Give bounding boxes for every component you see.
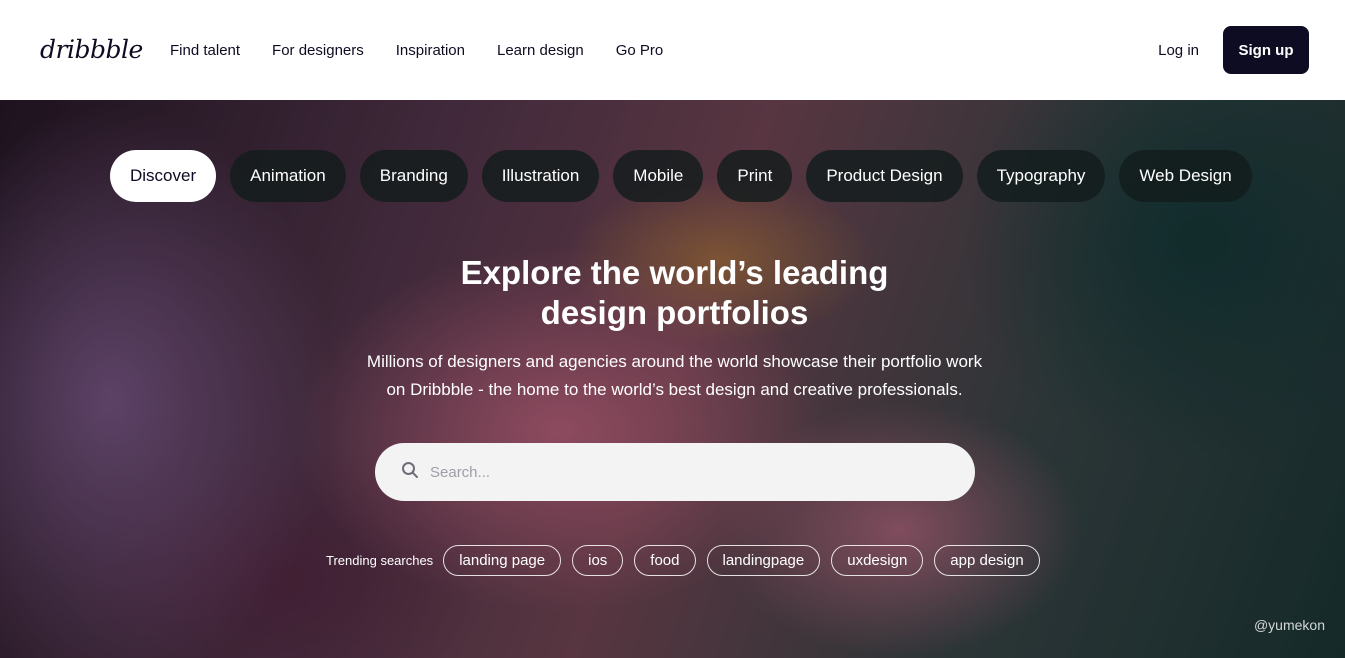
- search-input[interactable]: [430, 463, 930, 481]
- nav-inspiration[interactable]: Inspiration: [396, 42, 465, 59]
- main-nav: Find talent For designers Inspiration Le…: [170, 42, 695, 59]
- tab-product-design[interactable]: Product Design: [806, 150, 963, 202]
- dribbble-logo[interactable]: dribbble: [40, 35, 143, 64]
- tab-illustration[interactable]: Illustration: [481, 150, 600, 202]
- trending-chip-food[interactable]: food: [634, 545, 696, 576]
- header-actions: Log in Sign up: [1158, 26, 1309, 74]
- hero-subtext: Millions of designers and agencies aroun…: [0, 348, 1345, 404]
- trending-chip-ios[interactable]: ios: [572, 545, 624, 576]
- nav-learn-design[interactable]: Learn design: [497, 42, 584, 59]
- hero-headline-line-1: Explore the world’s leading: [460, 254, 889, 291]
- hero-headline: Explore the world’s leading design portf…: [0, 253, 1345, 333]
- hero-subtext-line-1: Millions of designers and agencies aroun…: [366, 352, 983, 371]
- tab-print[interactable]: Print: [717, 150, 793, 202]
- hero-section: Discover Animation Branding Illustration…: [0, 100, 1345, 658]
- nav-go-pro[interactable]: Go Pro: [616, 42, 664, 59]
- trending-chip-uxdesign[interactable]: uxdesign: [831, 545, 924, 576]
- tab-discover[interactable]: Discover: [110, 150, 217, 202]
- artist-credit[interactable]: @yumekon: [1254, 617, 1325, 633]
- hero-headline-line-2: design portfolios: [540, 294, 809, 331]
- nav-for-designers[interactable]: For designers: [272, 42, 364, 59]
- search-icon: [401, 461, 419, 484]
- search-bar[interactable]: [375, 443, 975, 501]
- site-header: dribbble Find talent For designers Inspi…: [0, 0, 1345, 100]
- tab-mobile[interactable]: Mobile: [613, 150, 704, 202]
- tab-web-design[interactable]: Web Design: [1119, 150, 1252, 202]
- nav-find-talent[interactable]: Find talent: [170, 42, 240, 59]
- trending-chip-app-design[interactable]: app design: [934, 545, 1040, 576]
- hero-subtext-line-2: on Dribbble - the home to the world’s be…: [386, 380, 963, 399]
- tab-typography[interactable]: Typography: [976, 150, 1106, 202]
- tab-animation[interactable]: Animation: [230, 150, 346, 202]
- trending-chip-landingpage[interactable]: landingpage: [706, 545, 821, 576]
- signup-button[interactable]: Sign up: [1223, 26, 1309, 74]
- trending-label: Trending searches: [326, 553, 434, 568]
- trending-chip-landing-page[interactable]: landing page: [443, 545, 562, 576]
- tab-branding[interactable]: Branding: [359, 150, 468, 202]
- login-link[interactable]: Log in: [1158, 42, 1199, 59]
- category-tabs: Discover Animation Branding Illustration…: [110, 150, 1266, 202]
- trending-searches: Trending searches landing page ios food …: [326, 545, 1051, 576]
